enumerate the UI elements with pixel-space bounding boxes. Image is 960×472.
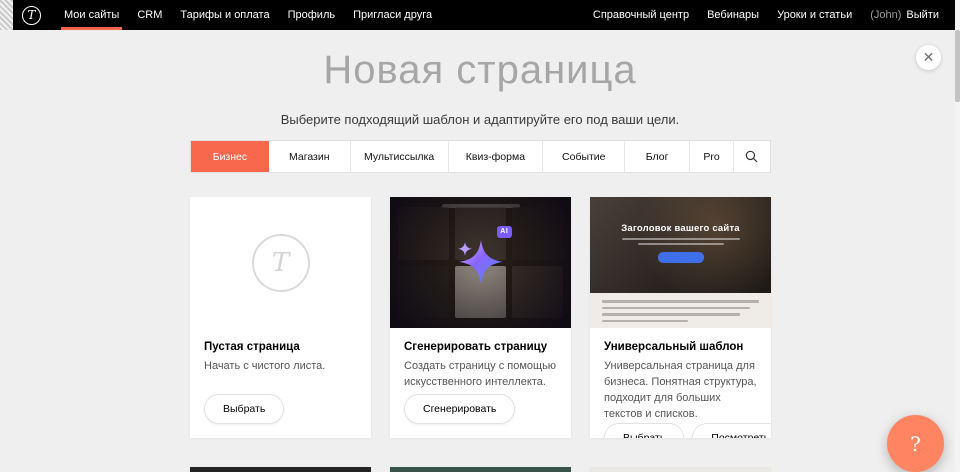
ai-sparkle-icon bbox=[452, 232, 510, 290]
choose-button[interactable]: Выбрать bbox=[604, 423, 684, 438]
tilda-logo-watermark: T bbox=[252, 234, 310, 292]
logout-link[interactable]: Выйти bbox=[906, 9, 939, 21]
template-card-generate-ai[interactable]: AI Сгенерировать страницу Создать страни… bbox=[390, 197, 571, 438]
card-title: Сгенерировать страницу bbox=[404, 341, 557, 353]
new-page-modal: T Мои сайты CRM Тарифы и оплата Профиль … bbox=[0, 0, 960, 472]
card-description: Создать страницу с помощью искусственног… bbox=[404, 359, 557, 391]
scrollbar-thumb[interactable] bbox=[955, 30, 960, 102]
secondary-nav: Справочный центр Вебинары Уроки и статьи… bbox=[584, 0, 948, 30]
template-grid: T Пустая страница Начать с чистого листа… bbox=[190, 197, 771, 472]
page-subtitle: Выберите подходящий шаблон и адаптируйте… bbox=[0, 112, 960, 127]
close-button[interactable]: ✕ bbox=[916, 45, 941, 70]
choose-button[interactable]: Выбрать bbox=[204, 394, 284, 424]
card-buttons: Выбрать Посмотреть bbox=[604, 423, 757, 438]
template-card-blank-page[interactable]: T Пустая страница Начать с чистого листа… bbox=[190, 197, 371, 438]
tab-quiz-form[interactable]: Квиз-форма bbox=[449, 141, 544, 172]
card-description: Начать с чистого листа. bbox=[204, 359, 357, 375]
preview-hero-section: Заголовок вашего сайта bbox=[590, 197, 771, 293]
universal-template-preview: Заголовок вашего сайта bbox=[590, 197, 771, 328]
nav-item-help-center[interactable]: Справочный центр bbox=[584, 9, 698, 21]
template-preview bbox=[590, 467, 771, 472]
question-mark-icon: ? bbox=[910, 432, 921, 456]
template-card-universal[interactable]: Заголовок вашего сайта Универсальный шаб… bbox=[590, 197, 771, 438]
blank-page-preview: T bbox=[190, 197, 371, 328]
tab-search[interactable] bbox=[734, 141, 770, 172]
template-card[interactable] bbox=[190, 467, 371, 472]
ai-generate-preview: AI bbox=[390, 197, 571, 328]
nav-item-webinars[interactable]: Вебинары bbox=[698, 9, 768, 21]
main-nav: Мои сайты CRM Тарифы и оплата Профиль Пр… bbox=[55, 0, 441, 30]
preview-text-line bbox=[638, 243, 724, 245]
preview-site-heading: Заголовок вашего сайта bbox=[621, 223, 740, 234]
card-description: Универсальная страница для бизнеса. Поня… bbox=[604, 359, 757, 423]
tab-pro[interactable]: Pro bbox=[690, 141, 734, 172]
template-category-tabs: Бизнес Магазин Мультиссылка Квиз-форма С… bbox=[190, 140, 771, 173]
tab-store[interactable]: Магазин bbox=[269, 141, 351, 172]
tab-event[interactable]: Событие bbox=[543, 141, 625, 172]
card-title: Универсальный шаблон bbox=[604, 341, 757, 353]
corner-pattern-decoration bbox=[0, 0, 13, 30]
card-title: Пустая страница bbox=[204, 341, 357, 353]
nav-item-profile[interactable]: Профиль bbox=[279, 0, 345, 30]
preview-text-line bbox=[622, 238, 740, 240]
card-body: Сгенерировать страницу Создать страницу … bbox=[390, 328, 571, 438]
preview-cta-button bbox=[658, 252, 704, 263]
scrollbar[interactable] bbox=[955, 0, 960, 472]
card-buttons: Сгенерировать bbox=[404, 394, 557, 424]
nav-item-lessons-articles[interactable]: Уроки и статьи bbox=[768, 9, 861, 21]
search-icon bbox=[745, 150, 758, 163]
nav-item-crm[interactable]: CRM bbox=[128, 0, 171, 30]
close-icon: ✕ bbox=[923, 49, 935, 66]
template-card[interactable] bbox=[390, 467, 571, 472]
top-navigation-bar: T Мои сайты CRM Тарифы и оплата Профиль … bbox=[0, 0, 960, 30]
nav-item-plans-payment[interactable]: Тарифы и оплата bbox=[171, 0, 278, 30]
template-preview bbox=[190, 467, 371, 472]
nav-item-invite-friend[interactable]: Пригласи друга bbox=[344, 0, 441, 30]
nav-item-my-sites[interactable]: Мои сайты bbox=[55, 0, 128, 30]
help-button[interactable]: ? bbox=[887, 415, 944, 472]
user-name: (John) bbox=[870, 9, 901, 21]
tilda-logo[interactable]: T bbox=[22, 6, 41, 25]
view-button[interactable]: Посмотреть bbox=[692, 423, 771, 438]
page-title: Новая страница bbox=[0, 48, 960, 93]
template-card[interactable] bbox=[590, 467, 771, 472]
card-body: Пустая страница Начать с чистого листа. … bbox=[190, 328, 371, 438]
tab-multilink[interactable]: Мультиссылка bbox=[351, 141, 449, 172]
user-logout[interactable]: (John) Выйти bbox=[861, 9, 948, 21]
template-preview bbox=[390, 467, 571, 472]
card-body: Универсальный шаблон Универсальная стран… bbox=[590, 328, 771, 438]
preview-text-section bbox=[590, 293, 771, 328]
tab-business[interactable]: Бизнес bbox=[191, 141, 269, 172]
card-buttons: Выбрать bbox=[204, 394, 357, 424]
tab-blog[interactable]: Блог bbox=[625, 141, 690, 172]
ai-badge: AI bbox=[497, 226, 512, 238]
generate-button[interactable]: Сгенерировать bbox=[404, 394, 515, 424]
